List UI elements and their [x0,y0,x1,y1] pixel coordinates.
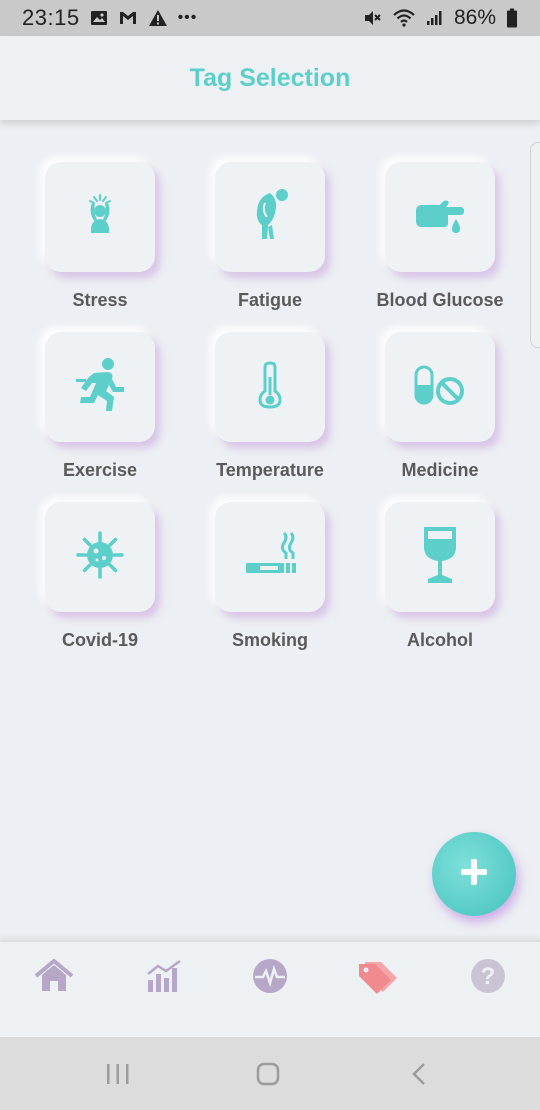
tag-card[interactable] [385,332,495,442]
overflow-indicator: ••• [177,9,198,26]
tag-tile-alcohol[interactable]: Alcohol [355,502,525,662]
add-tag-button[interactable] [432,832,516,916]
back-chevron-icon [408,1061,432,1092]
recent-apps-button[interactable] [104,1061,132,1092]
pill-icon [412,363,468,412]
chart-icon [144,958,184,999]
nav-health[interactable] [246,956,294,1000]
tag-card[interactable] [45,162,155,272]
heartbeat-icon [250,956,290,1001]
cigarette-icon [242,531,298,584]
tags-icon [355,958,401,999]
nav-statistics[interactable] [140,956,188,1000]
home-system-button[interactable] [255,1061,281,1092]
thermometer-icon [255,360,285,414]
battery-percent: 86% [453,6,496,29]
tag-label: Fatigue [237,290,302,310]
home-square-icon [255,1061,281,1092]
tag-label: Stress [72,290,128,310]
signal-icon [426,10,444,26]
warning-icon [148,9,168,27]
image-icon [90,10,108,26]
tag-tile-blood-glucose[interactable]: Blood Glucose [355,162,525,322]
battery-icon [506,8,518,28]
status-bar: 23:15 ••• 86% [0,0,540,36]
tag-tile-covid[interactable]: Covid-19 [15,502,185,662]
gmail-icon [118,10,138,26]
wine-glass-icon [420,525,460,590]
tag-label: Blood Glucose [376,290,504,310]
tag-card[interactable] [385,162,495,272]
tag-label: Alcohol [407,630,473,650]
tag-tile-exercise[interactable]: Exercise [15,332,185,492]
tag-tile-temperature[interactable]: Temperature [185,332,355,492]
tag-tile-stress[interactable]: Stress [15,162,185,322]
app-header: Tag Selection [0,36,540,120]
scroll-indicator[interactable] [530,142,540,348]
tag-label: Temperature [216,460,324,480]
page-title: Tag Selection [189,63,351,92]
status-time: 23:15 [22,5,80,30]
nav-home[interactable] [30,956,78,1000]
stress-icon [78,193,122,242]
tag-label: Exercise [62,460,138,480]
home-icon [32,958,76,999]
running-icon [74,357,126,418]
fatigue-icon [248,187,292,248]
tag-card[interactable] [215,162,325,272]
tag-label: Smoking [231,630,308,650]
tag-card[interactable] [45,332,155,442]
tag-card[interactable] [215,332,325,442]
help-icon: ? [468,956,508,1001]
blood-glucose-icon [412,193,468,242]
tag-card[interactable] [215,502,325,612]
wifi-icon [392,9,416,27]
virus-icon [74,529,126,586]
tag-tile-smoking[interactable]: Smoking [185,502,355,662]
status-bar-left: 23:15 ••• [22,5,197,31]
tag-card[interactable] [45,502,155,612]
nav-help[interactable]: ? [464,956,512,1000]
tag-card[interactable] [385,502,495,612]
recent-apps-icon [104,1061,132,1092]
back-button[interactable] [408,1061,432,1092]
mute-icon [362,8,382,28]
tag-label: Covid-19 [61,630,139,650]
bottom-nav: ? [0,940,540,1037]
plus-icon [458,856,490,893]
nav-tags[interactable] [354,956,402,1000]
tag-label: Medicine [401,460,479,480]
svg-text:?: ? [481,963,496,990]
tag-tile-fatigue[interactable]: Fatigue [185,162,355,322]
status-bar-right: 86% [362,6,518,30]
system-navigation-bar [0,1037,540,1110]
tag-tile-medicine[interactable]: Medicine [355,332,525,492]
